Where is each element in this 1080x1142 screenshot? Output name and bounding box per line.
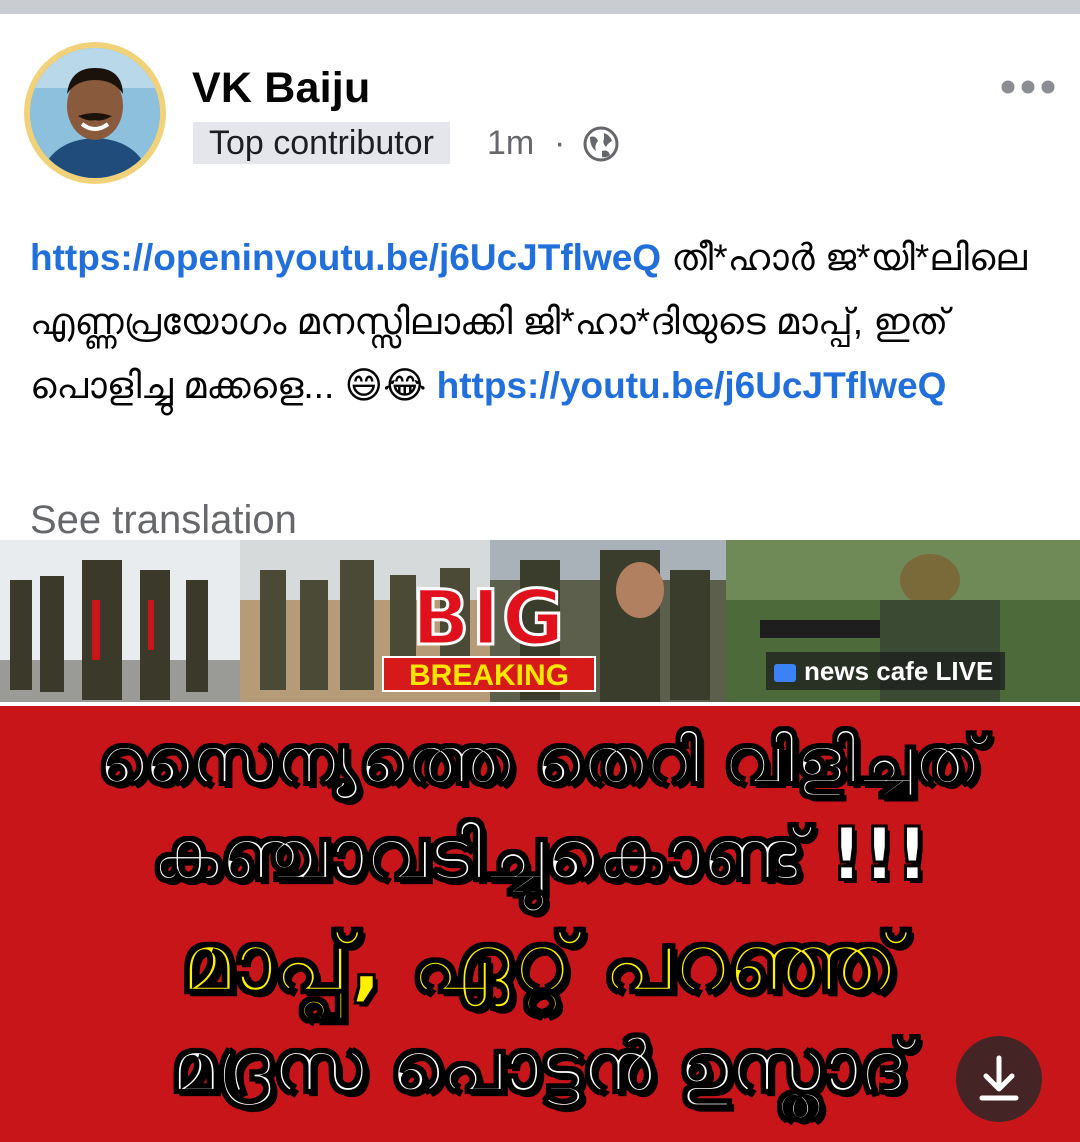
- post-message: https://openinyoutu.be/j6UcJTflweQ തീ*ഹാ…: [30, 226, 1060, 418]
- avatar[interactable]: [24, 42, 166, 184]
- post-timestamp[interactable]: 1m: [487, 124, 534, 163]
- channel-name: news cafe LIVE: [804, 656, 994, 686]
- headline-line-1: സൈന്യത്തെ തെറി വിളിച്ചത്: [97, 721, 983, 800]
- globe-icon: [582, 125, 620, 163]
- laughing-tears-emoji: 😂: [383, 365, 427, 406]
- breaking-label: BREAKING: [382, 656, 596, 692]
- download-button[interactable]: [956, 1036, 1042, 1122]
- see-translation-link[interactable]: See translation: [30, 498, 297, 543]
- top-contributor-badge: Top contributor: [193, 122, 450, 164]
- channel-badge: news cafe LIVE: [766, 652, 1006, 690]
- headline-panel: സൈന്യത്തെ തെറി വിളിച്ചത് കഞ്ചാവടിച്ചുകൊണ…: [0, 702, 1080, 1142]
- link-preview-image[interactable]: BIG BREAKING news cafe LIVE സൈന്യത്തെ തെ…: [0, 540, 1080, 1142]
- headline-line-4: മദ്രസ പൊട്ടൻ ഉസ്താദ്: [169, 1023, 910, 1109]
- grinning-emoji: 😄: [344, 365, 384, 406]
- download-icon: [979, 1055, 1019, 1101]
- headline-line-2: കഞ്ചാവടിച്ചുകൊണ്ട് !!!: [150, 811, 929, 897]
- post-link-2[interactable]: https://youtu.be/j6UcJTflweQ: [437, 365, 947, 406]
- meta-separator: ·: [554, 124, 566, 162]
- avatar-photo: [30, 48, 160, 178]
- author-name[interactable]: VK Baiju: [192, 64, 370, 113]
- post-card: VK Baiju Top contributor 1m · https://op…: [0, 14, 1080, 1142]
- big-word: BIG: [410, 573, 567, 662]
- post-link-1[interactable]: https://openinyoutu.be/j6UcJTflweQ: [30, 237, 661, 278]
- channel-icon: [774, 664, 796, 683]
- headline-line-3: മാപ്പ്, ഏറ്റ് പറഞ്ഞ്: [179, 915, 900, 1012]
- big-breaking-logo: BIG BREAKING: [382, 573, 596, 692]
- top-divider: [0, 0, 1080, 14]
- more-options-icon[interactable]: [1000, 76, 1056, 98]
